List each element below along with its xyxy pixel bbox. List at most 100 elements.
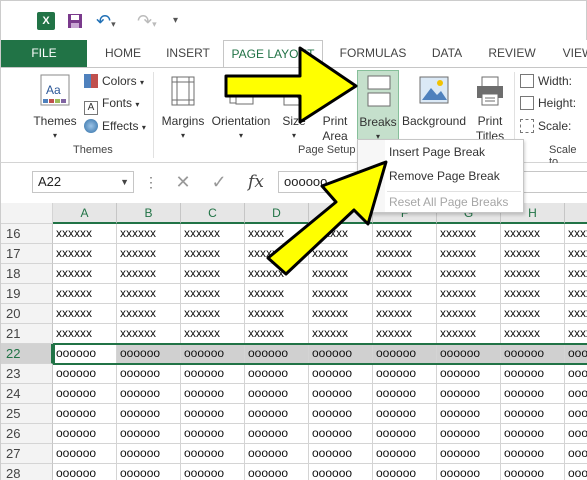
cell[interactable]: xxxxxx [565,284,587,304]
cell[interactable]: oooooo [309,444,373,464]
chevron-down-icon[interactable]: ▼ [120,172,129,192]
cell[interactable]: xxxxxx [181,284,245,304]
cell[interactable]: xxxxxx [245,324,309,344]
cell[interactable]: xxxxxx [565,244,587,264]
cell[interactable]: xxxxxx [437,224,501,244]
cell[interactable]: xxxxxx [117,324,181,344]
cell[interactable]: xxxxxx [437,264,501,284]
fonts-button[interactable]: A Fonts ▾ [84,94,139,115]
effects-button[interactable]: Effects ▾ [84,117,146,135]
tab-file[interactable]: FILE [1,40,87,67]
row-header[interactable]: 28 [1,464,53,480]
undo-icon[interactable]: ↶▾ [96,12,122,30]
cell[interactable]: oooooo [373,364,437,384]
cell[interactable]: oooooo [501,424,565,444]
cell[interactable]: oooooo [245,464,309,480]
row-header[interactable]: 25 [1,404,53,424]
cell[interactable]: xxxxxx [501,244,565,264]
cell[interactable]: oooooo [565,364,587,384]
cell[interactable]: xxxxxx [117,284,181,304]
name-box[interactable]: A22 ▼ [32,171,134,193]
cell[interactable]: xxxxxx [565,224,587,244]
cell[interactable]: oooooo [437,464,501,480]
cell[interactable]: oooooo [373,444,437,464]
cell[interactable]: xxxxxx [565,264,587,284]
cell[interactable]: xxxxxx [53,304,117,324]
row-header[interactable]: 26 [1,424,53,444]
breaks-button[interactable]: Breaks ▾ [357,70,399,141]
select-all-corner[interactable] [1,203,53,224]
row-header[interactable]: 22 [1,344,53,364]
themes-button[interactable]: Aa Themes ▾ [33,74,77,140]
cell[interactable]: oooooo [501,364,565,384]
cell[interactable]: oooooo [117,464,181,480]
colors-button[interactable]: Colors ▾ [84,72,144,90]
column-header[interactable]: C [181,203,245,224]
cell[interactable]: xxxxxx [565,304,587,324]
cell[interactable]: oooooo [181,464,245,480]
cell[interactable]: oooooo [53,344,117,364]
cell[interactable]: oooooo [245,344,309,364]
cell[interactable]: xxxxxx [437,324,501,344]
cell[interactable]: oooooo [565,424,587,444]
cell[interactable]: oooooo [437,424,501,444]
cell[interactable]: oooooo [117,384,181,404]
row-header[interactable]: 27 [1,444,53,464]
column-header[interactable]: I [565,203,587,224]
cell[interactable]: xxxxxx [53,284,117,304]
cell[interactable]: oooooo [181,424,245,444]
cell[interactable]: xxxxxx [501,304,565,324]
tab-data[interactable]: DATA [421,40,473,67]
cell[interactable]: oooooo [309,464,373,480]
cell[interactable]: oooooo [245,384,309,404]
cell[interactable]: xxxxxx [53,244,117,264]
cell[interactable]: xxxxxx [117,264,181,284]
cell[interactable]: xxxxxx [501,284,565,304]
cell[interactable]: oooooo [501,464,565,480]
column-header[interactable]: A [53,203,117,224]
cell[interactable]: xxxxxx [437,284,501,304]
cell[interactable]: oooooo [437,404,501,424]
row-header[interactable]: 19 [1,284,53,304]
cell[interactable]: xxxxxx [245,284,309,304]
cell[interactable]: oooooo [437,444,501,464]
cell[interactable]: xxxxxx [309,304,373,324]
cell[interactable]: oooooo [373,404,437,424]
height-control[interactable]: Height: [520,94,576,112]
cell[interactable]: oooooo [309,364,373,384]
cell[interactable]: oooooo [245,404,309,424]
cell[interactable]: oooooo [501,444,565,464]
cell[interactable]: xxxxxx [437,244,501,264]
cell[interactable]: oooooo [437,384,501,404]
row-header[interactable]: 17 [1,244,53,264]
cell[interactable]: xxxxxx [117,304,181,324]
row-header[interactable]: 23 [1,364,53,384]
cell[interactable]: xxxxxx [245,304,309,324]
cell[interactable]: oooooo [53,404,117,424]
cell[interactable]: xxxxxx [501,224,565,244]
tab-review[interactable]: REVIEW [481,40,543,67]
reset-all-page-breaks-item[interactable]: Reset All Page Breaks [389,193,508,211]
cell[interactable]: oooooo [501,344,565,364]
cell[interactable]: oooooo [373,344,437,364]
cell[interactable]: xxxxxx [53,264,117,284]
redo-icon[interactable]: ↷▾ [137,12,163,30]
cell[interactable]: xxxxxx [181,244,245,264]
cell[interactable]: oooooo [501,384,565,404]
cell[interactable]: oooooo [501,404,565,424]
cell[interactable]: oooooo [117,424,181,444]
width-control[interactable]: Width: [520,72,572,90]
cell[interactable]: oooooo [53,424,117,444]
cell[interactable]: oooooo [565,464,587,480]
print-titles-button[interactable]: Print Titles [469,74,511,143]
cell[interactable]: oooooo [181,404,245,424]
customize-toolbar-icon[interactable]: ▾ [173,12,183,30]
cell[interactable]: oooooo [245,364,309,384]
cell[interactable]: oooooo [245,424,309,444]
cell[interactable]: xxxxxx [373,284,437,304]
insert-page-break-item[interactable]: Insert Page Break [389,143,485,161]
remove-page-break-item[interactable]: Remove Page Break [389,167,500,185]
cell[interactable]: oooooo [565,344,587,364]
cell[interactable]: oooooo [245,444,309,464]
cell[interactable]: xxxxxx [181,324,245,344]
